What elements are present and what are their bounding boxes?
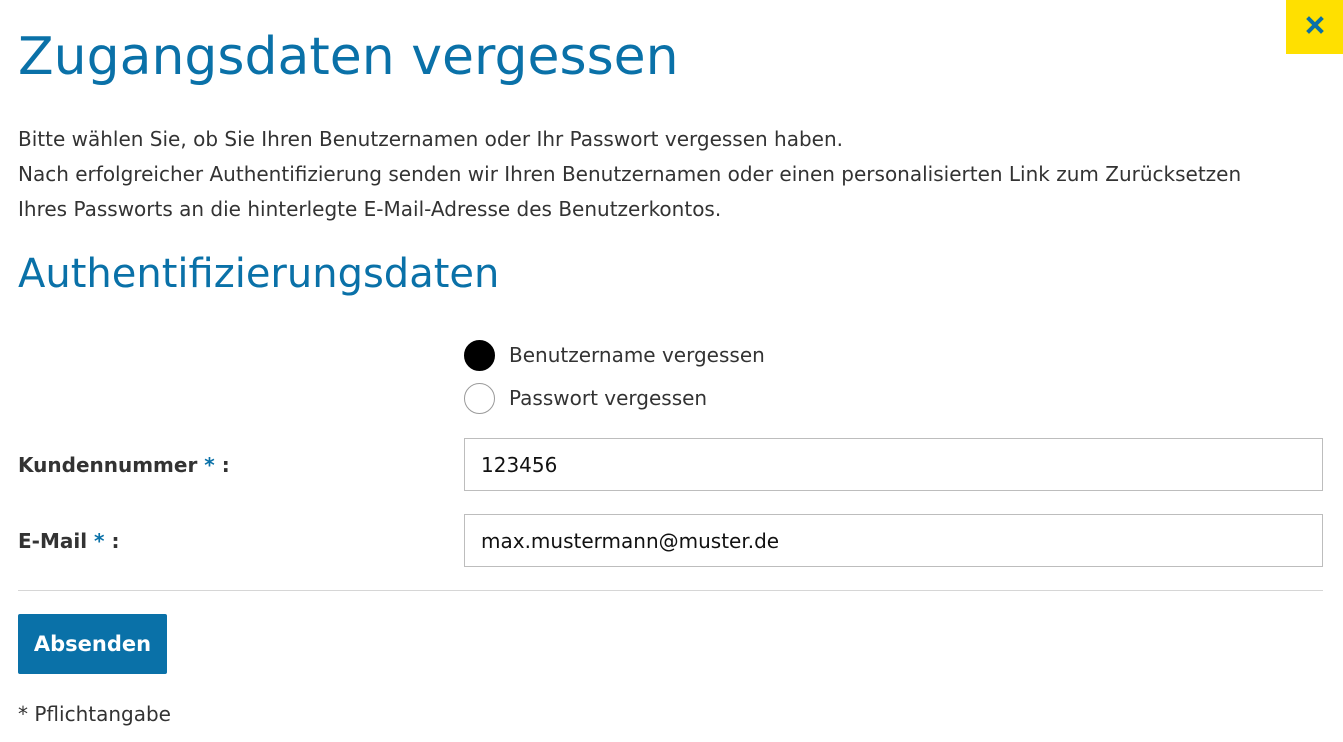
required-marker: * [94,529,105,553]
email-input[interactable] [464,514,1323,567]
section-title: Authentifizierungsdaten [18,251,500,297]
intro-line: Ihres Passworts an die hinterlegte E-Mai… [18,197,722,221]
close-button[interactable] [1286,0,1343,54]
divider [18,590,1323,591]
radio-button-checked[interactable] [464,339,495,371]
close-icon [1305,16,1324,38]
customer-number-input[interactable] [464,438,1323,491]
radio-label: Passwort vergessen [509,386,708,410]
intro-text: Bitte wählen Sie, ob Sie Ihren Benutzern… [18,122,1328,227]
radio-option-username[interactable]: Benutzername vergessen [464,339,765,371]
page-title: Zugangsdaten vergessen [18,27,679,87]
radio-option-password[interactable]: Passwort vergessen [464,382,707,414]
label-colon: : [221,453,230,477]
label-colon: : [111,529,120,553]
field-label-text: Kundennummer [18,453,198,477]
intro-line: Bitte wählen Sie, ob Sie Ihren Benutzern… [18,127,844,151]
required-marker: * [204,453,215,477]
email-label: E-Mail * : [18,527,119,555]
radio-label: Benutzername vergessen [509,343,765,367]
customer-number-label: Kundennummer * : [18,451,230,479]
field-label-text: E-Mail [18,529,88,553]
submit-button[interactable]: Absenden [18,614,167,674]
intro-line: Nach erfolgreicher Authentifizierung sen… [18,162,1242,186]
radio-button-unchecked[interactable] [464,382,495,414]
required-footnote: * Pflichtangabe [18,702,171,726]
